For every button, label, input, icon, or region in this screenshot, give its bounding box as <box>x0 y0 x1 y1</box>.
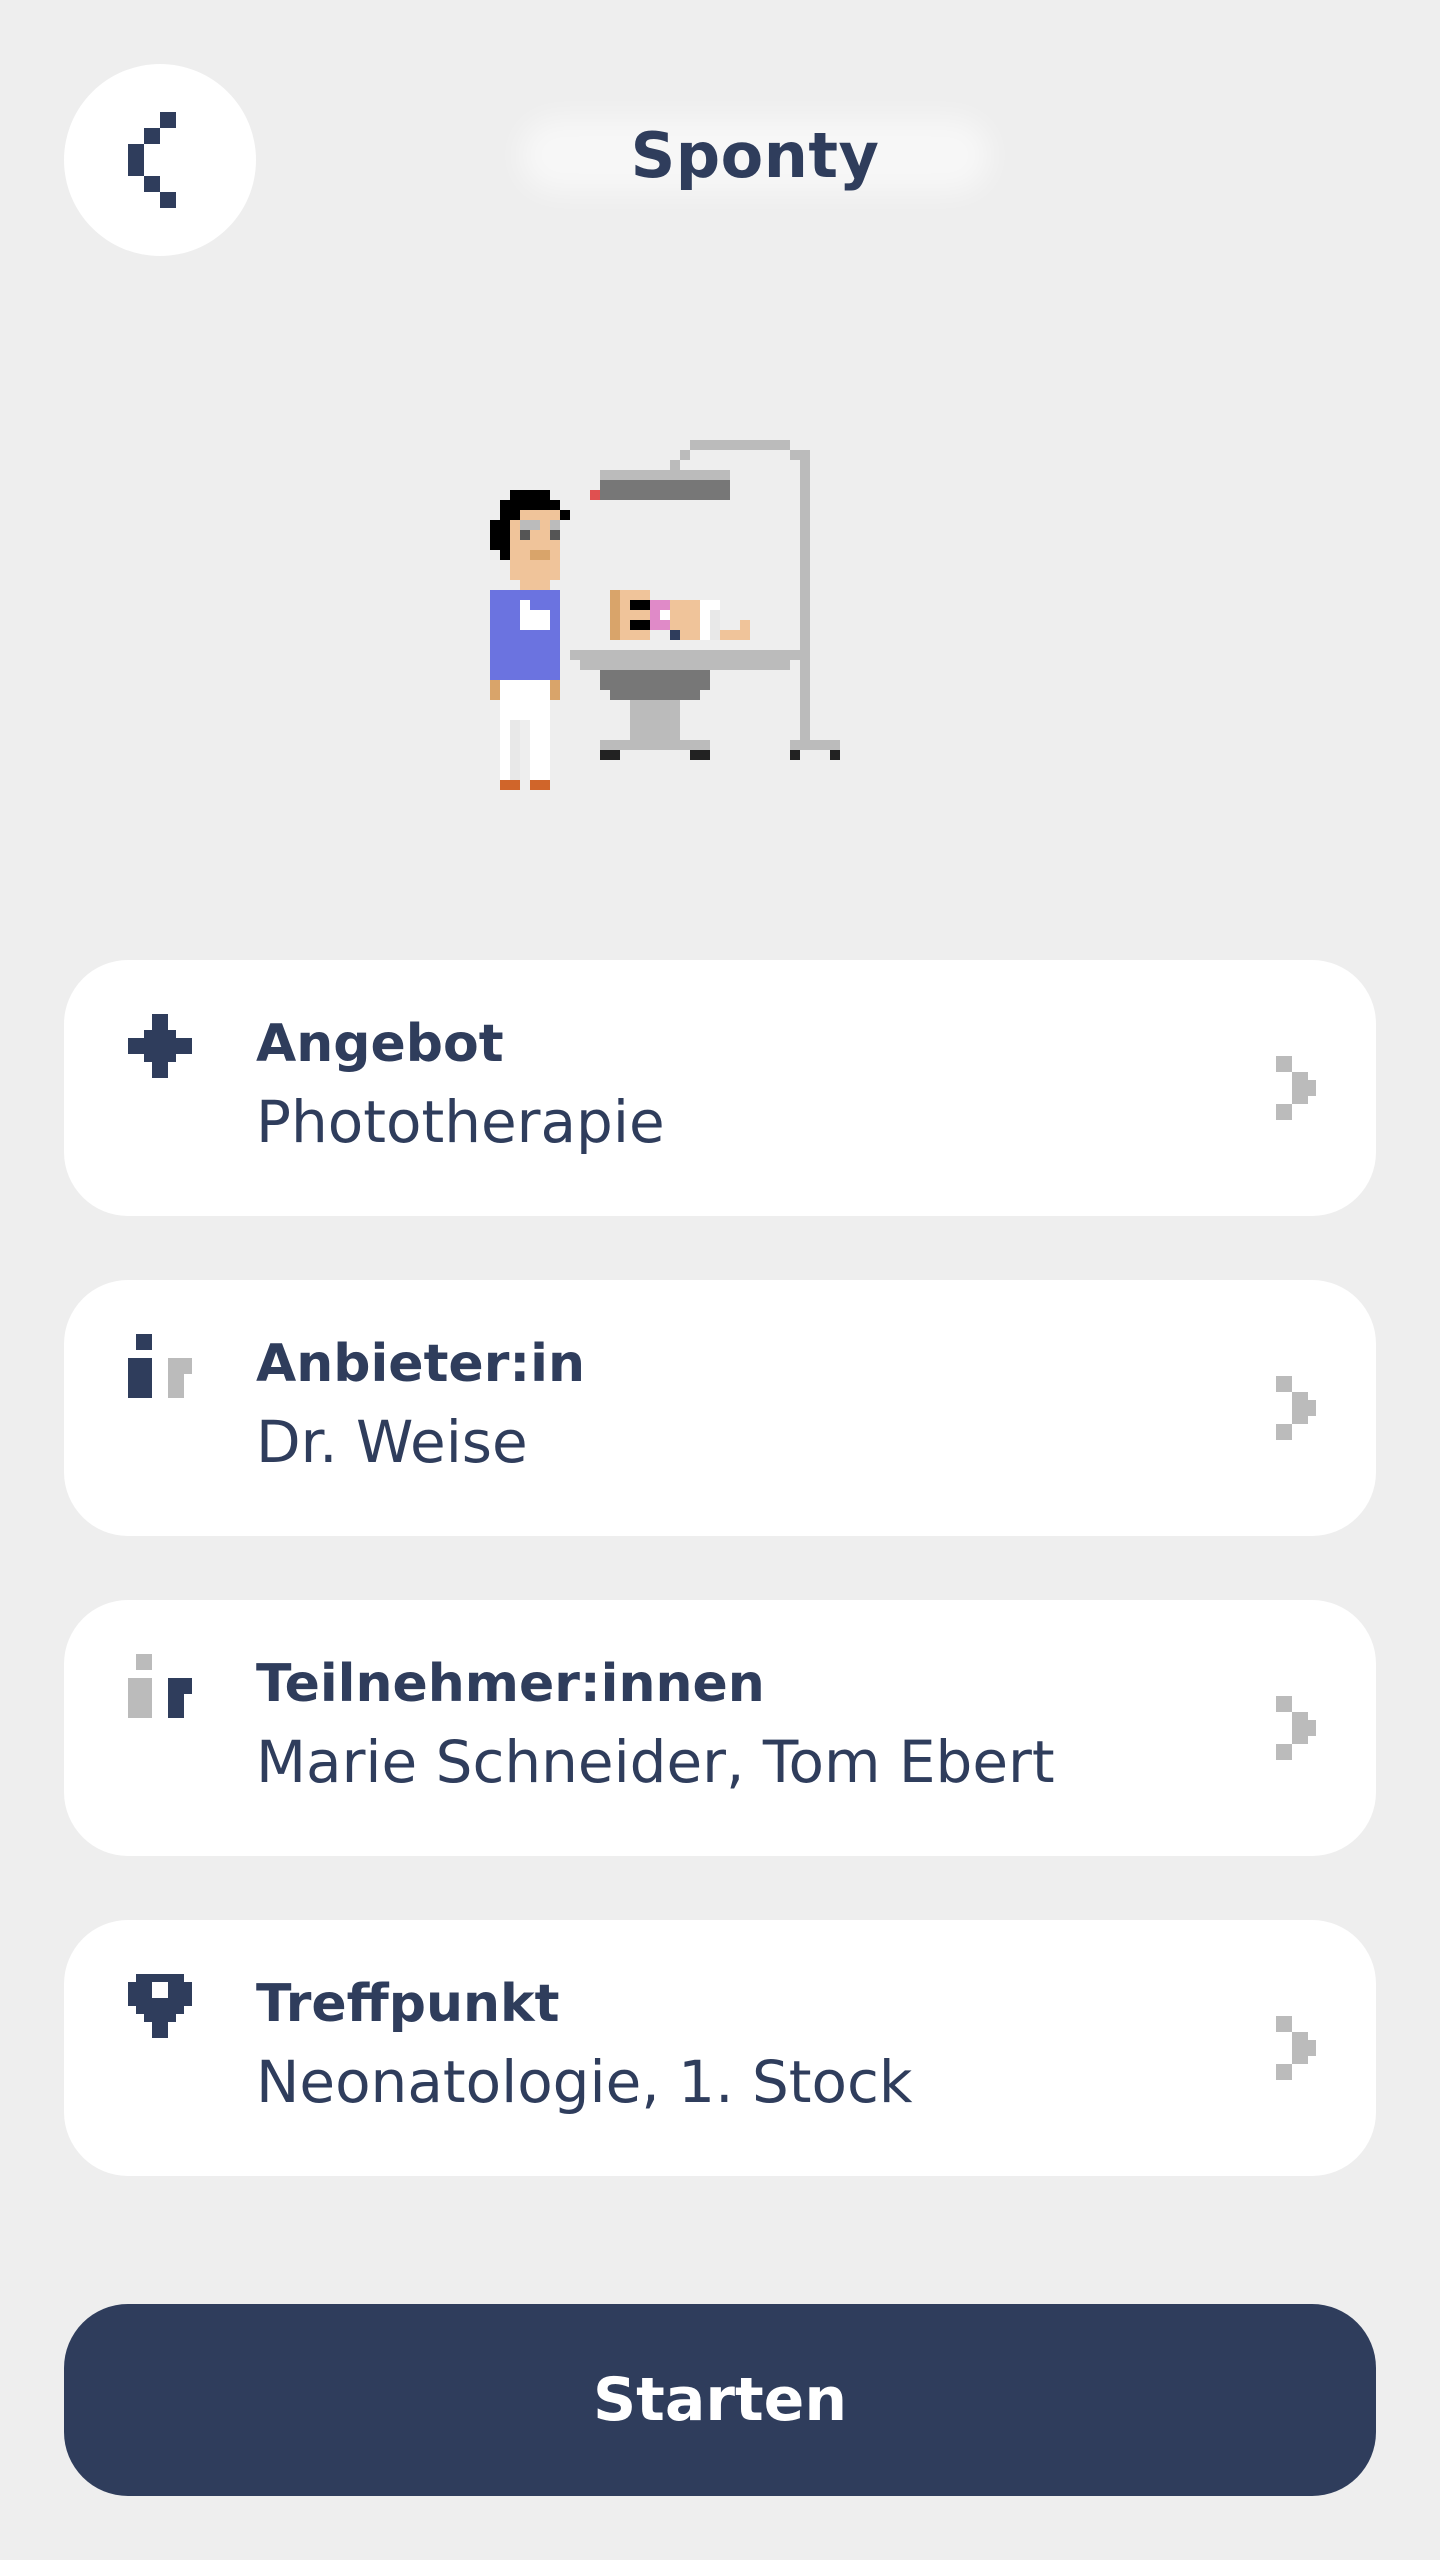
offer-value: Phototherapie <box>256 1088 665 1156</box>
share-icon <box>128 112 176 208</box>
participants-value: Marie Schneider, Tom Ebert <box>256 1728 1055 1796</box>
meeting-point-label: Treffpunkt <box>256 1974 560 2034</box>
offer-card[interactable]: Angebot Phototherapie <box>64 960 1376 1216</box>
offer-label: Angebot <box>256 1014 504 1074</box>
chevron-right-icon <box>1276 1696 1316 1760</box>
start-button[interactable]: Starten <box>64 2304 1376 2496</box>
participants-label: Teilnehmer:innen <box>256 1654 765 1714</box>
chevron-right-icon <box>1276 1376 1316 1440</box>
provider-value: Dr. Weise <box>256 1408 528 1476</box>
provider-label: Anbieter:in <box>256 1334 585 1394</box>
location-pin-icon <box>128 1974 192 2038</box>
baby-figure <box>610 590 750 640</box>
app-title: Sponty <box>630 118 880 192</box>
provider-card[interactable]: Anbieter:in Dr. Weise <box>64 1280 1376 1536</box>
participants-icon <box>128 1654 192 1718</box>
nurse-figure <box>490 490 570 790</box>
meeting-point-card[interactable]: Treffpunkt Neonatologie, 1. Stock <box>64 1920 1376 2176</box>
sparkle-plus-icon <box>128 1014 192 1078</box>
phototherapy-illustration <box>490 440 840 790</box>
share-button[interactable] <box>64 64 256 256</box>
meeting-point-value: Neonatologie, 1. Stock <box>256 2048 913 2116</box>
chevron-right-icon <box>1276 1056 1316 1120</box>
title-bar: Sponty <box>520 100 990 210</box>
person-i-icon <box>128 1334 192 1398</box>
cot <box>570 650 800 760</box>
participants-card[interactable]: Teilnehmer:innen Marie Schneider, Tom Eb… <box>64 1600 1376 1856</box>
chevron-right-icon <box>1276 2016 1316 2080</box>
